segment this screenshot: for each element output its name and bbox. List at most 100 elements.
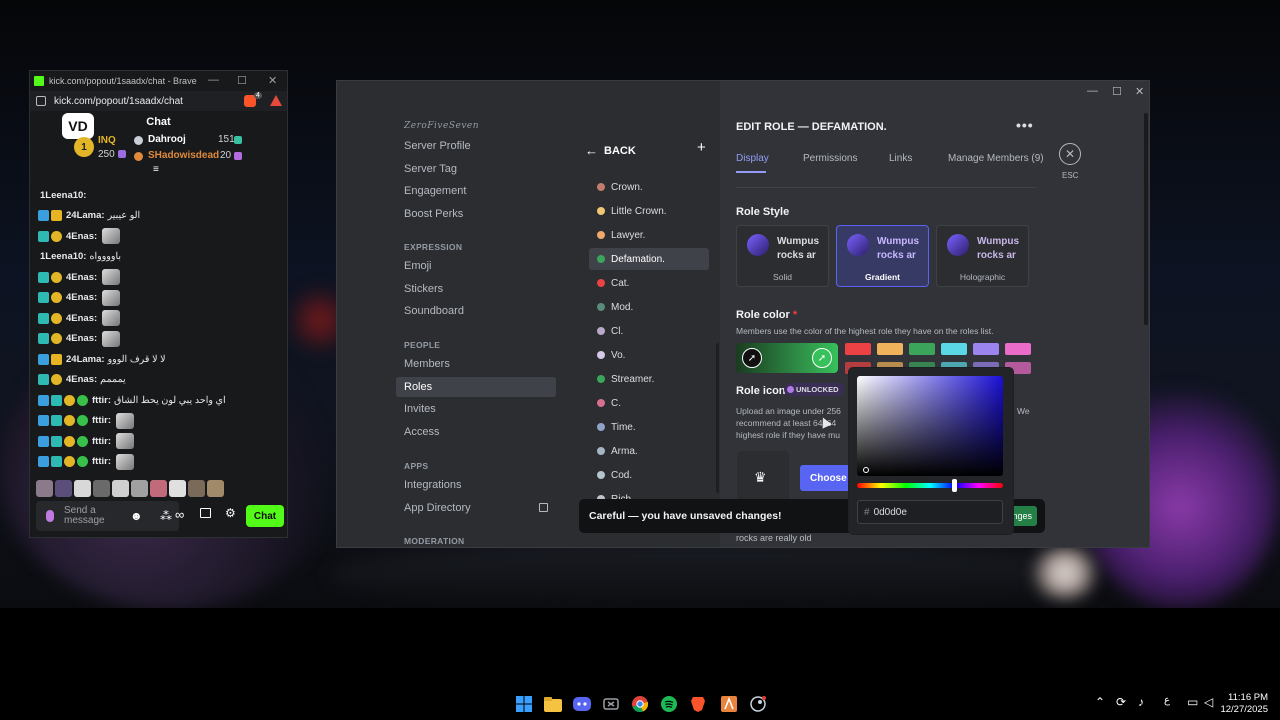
infinity-icon[interactable]: ∞ — [175, 507, 184, 522]
tab-display[interactable]: Display — [736, 153, 769, 164]
chat-username[interactable]: fttir: — [92, 456, 111, 467]
address-bar[interactable]: kick.com/popout/1saadx/chat 4 — [30, 91, 287, 111]
emote-icon[interactable] — [36, 480, 53, 497]
role-item[interactable]: Cod. — [589, 464, 709, 486]
close-icon[interactable]: ✕ — [1135, 85, 1144, 98]
emote-icon[interactable] — [74, 480, 91, 497]
chat-username[interactable]: 1Leena10: — [40, 251, 86, 262]
file-explorer-icon[interactable] — [542, 693, 564, 715]
chat-username[interactable]: 4Enas: — [66, 272, 97, 283]
microphone-icon[interactable] — [46, 510, 54, 522]
tray-microphone-icon[interactable]: ♪ — [1138, 695, 1144, 709]
xbox-icon[interactable] — [600, 693, 622, 715]
emote-icon[interactable] — [188, 480, 205, 497]
emote-icon[interactable] — [131, 480, 148, 497]
role-item[interactable]: Streamer. — [589, 368, 709, 390]
minimize-icon[interactable]: — — [1087, 85, 1098, 97]
taskbar-clock[interactable]: 11:16 PM 12/27/2025 — [1220, 692, 1268, 716]
settings-server-tag[interactable]: Server Tag — [396, 159, 556, 179]
role-item[interactable]: Cl. — [589, 320, 709, 342]
tab-links[interactable]: Links — [889, 153, 912, 164]
role-item[interactable]: Defamation. — [589, 248, 709, 270]
hex-color-input[interactable]: # 0d0d0e — [857, 500, 1003, 524]
tray-language[interactable]: ع — [1164, 695, 1170, 706]
hue-slider-handle[interactable] — [952, 479, 957, 492]
roles-scrollbar[interactable] — [716, 343, 719, 493]
color-swatch[interactable] — [909, 343, 935, 355]
chat-username[interactable]: 1Leena10: — [40, 190, 86, 201]
chrome-icon[interactable] — [629, 693, 651, 715]
brave-taskbar-icon[interactable] — [687, 693, 709, 715]
store-icon[interactable] — [200, 508, 211, 518]
settings-roles[interactable]: Roles — [396, 377, 556, 397]
close-settings-button[interactable]: ✕ — [1059, 143, 1081, 165]
emote-icon[interactable] — [55, 480, 72, 497]
chat-username[interactable]: 4Enas: — [66, 292, 97, 303]
chat-username[interactable]: 4Enas: — [66, 333, 97, 344]
style-card-gradient[interactable]: Wumpus rocks ar Gradient — [836, 225, 929, 287]
style-card-holographic[interactable]: Wumpus rocks ar Holographic — [936, 225, 1029, 287]
points-icon[interactable]: ⁂ — [160, 509, 172, 523]
editor-scrollbar[interactable] — [1144, 113, 1148, 325]
emote-icon[interactable] — [207, 480, 224, 497]
role-item[interactable]: Mod. — [589, 296, 709, 318]
maximize-icon[interactable]: ☐ — [1112, 85, 1122, 98]
chat-username[interactable]: fttir: — [92, 436, 111, 447]
role-item[interactable]: Cat. — [589, 272, 709, 294]
tray-sync-icon[interactable]: ⟳ — [1116, 695, 1126, 709]
chat-username[interactable]: 4Enas: — [66, 374, 97, 385]
chat-message-input[interactable]: Send a message ☻ — [36, 501, 179, 531]
tab-manage-members[interactable]: Manage Members (9) — [948, 153, 1044, 164]
saturation-value-area[interactable] — [857, 376, 1003, 476]
send-chat-button[interactable]: Chat — [246, 505, 284, 527]
emote-icon[interactable] — [112, 480, 129, 497]
steam-icon[interactable] — [747, 693, 769, 715]
tray-chevron-up-icon[interactable]: ⌃ — [1095, 695, 1105, 709]
settings-stickers[interactable]: Stickers — [396, 279, 556, 299]
settings-engagement[interactable]: Engagement — [396, 181, 556, 201]
settings-boost-perks[interactable]: Boost Perks — [396, 204, 556, 224]
settings-members[interactable]: Members — [396, 354, 556, 374]
chat-username[interactable]: 24Lama: — [66, 210, 105, 221]
hue-slider[interactable] — [857, 483, 1003, 488]
settings-emoji[interactable]: Emoji — [396, 256, 556, 276]
chat-username[interactable]: 4Enas: — [66, 231, 97, 242]
color-swatch[interactable] — [941, 343, 967, 355]
settings-integrations[interactable]: Integrations — [396, 475, 556, 495]
role-item[interactable]: Vo. — [589, 344, 709, 366]
emoji-icon[interactable]: ☻ — [130, 510, 143, 522]
role-item[interactable]: Crown. — [589, 176, 709, 198]
close-icon[interactable]: ✕ — [268, 74, 277, 87]
saturation-value-handle[interactable] — [863, 467, 869, 473]
role-item[interactable]: Lawyer. — [589, 224, 709, 246]
eyedropper-icon[interactable]: ➚ — [742, 348, 762, 368]
maximize-icon[interactable]: ☐ — [237, 74, 247, 87]
chat-username[interactable]: 24Lama: — [66, 354, 105, 365]
tray-network-icon[interactable]: ▭ — [1187, 695, 1198, 709]
role-item[interactable]: Little Crown. — [589, 200, 709, 222]
settings-invites[interactable]: Invites — [396, 399, 556, 419]
settings-server-profile[interactable]: Server Profile — [396, 136, 556, 156]
color-swatch[interactable] — [845, 343, 871, 355]
style-card-solid[interactable]: Wumpus rocks ar Solid — [736, 225, 829, 287]
chat-username[interactable]: fttir: — [92, 415, 111, 426]
create-role-button[interactable]: + — [697, 139, 706, 156]
minimize-icon[interactable]: — — [208, 74, 219, 86]
eyedropper-icon[interactable]: ➚ — [812, 348, 832, 368]
expand-leaderboard-icon[interactable]: ≡ — [153, 164, 159, 175]
color-swatch[interactable] — [973, 343, 999, 355]
color-swatch[interactable] — [1005, 343, 1031, 355]
role-item[interactable]: C. — [589, 392, 709, 414]
settings-soundboard[interactable]: Soundboard — [396, 301, 556, 321]
role-item[interactable]: Arma. — [589, 440, 709, 462]
settings-access[interactable]: Access — [396, 422, 556, 442]
emote-icon[interactable] — [93, 480, 110, 497]
gradient-color-swatch[interactable]: ➚ ➚ — [736, 343, 838, 373]
brave-rewards-icon[interactable] — [270, 95, 282, 106]
windows-start-icon[interactable] — [513, 693, 535, 715]
role-item[interactable]: Time. — [589, 416, 709, 438]
spotify-icon[interactable] — [658, 693, 680, 715]
back-button[interactable]: ← BACK — [585, 143, 636, 158]
settings-gear-icon[interactable]: ⚙ — [225, 506, 236, 520]
app-a-icon[interactable] — [718, 693, 740, 715]
